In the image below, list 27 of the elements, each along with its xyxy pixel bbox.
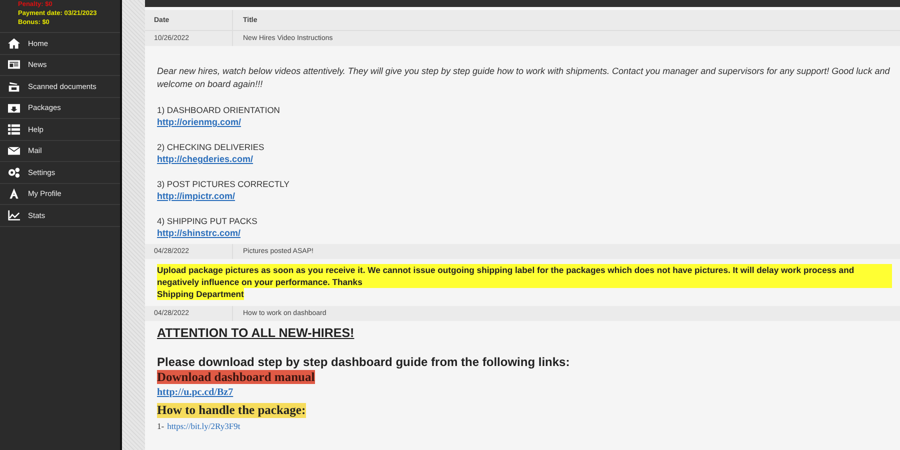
video-link[interactable]: http://orienmg.com/ <box>157 116 241 128</box>
attention-heading: ATTENTION TO ALL NEW-HIRES! <box>157 326 354 341</box>
home-icon <box>8 38 20 49</box>
package-banner: How to handle the package: <box>157 403 306 418</box>
scanner-icon <box>8 80 20 92</box>
video-link[interactable]: http://chegderies.com/ <box>157 153 254 165</box>
section-heading: 1) DASHBOARD ORIENTATION <box>157 104 280 116</box>
video-link[interactable]: http://impictr.com/ <box>157 190 236 202</box>
highlighted-notice: Upload package pictures as soon as you receive it. We cannot issue outgoing shipping label for the packages which does not have pictures. It will delay work process and negatively influence on your performance. Thanks <box>157 264 892 288</box>
section-heading: 3) POST PICTURES CORRECTLY <box>157 178 290 190</box>
gears-icon <box>8 166 20 178</box>
list-number: 1- <box>157 421 164 432</box>
section-heading: 2) CHECKING DELIVERIES <box>157 141 264 153</box>
package-link[interactable]: https://bit.ly/2Ry3F9t <box>167 421 240 432</box>
envelope-icon <box>8 145 20 156</box>
package-icon <box>8 102 20 114</box>
manual-link[interactable]: http://u.pc.cd/Bz7 <box>157 386 234 400</box>
list-icon <box>8 124 20 135</box>
highlighted-notice: Shipping Department <box>157 288 244 300</box>
profile-icon <box>8 188 20 200</box>
post-paragraph: Dear new hires, watch below videos attentively. They will give you step by step guide how to work with shipments. Contact you manager and supervisors for any support! Good luck and welcome on board again!!! <box>157 65 891 90</box>
video-link[interactable]: http://shinstrc.com/ <box>157 227 241 239</box>
manual-banner: Download dashboard manual <box>157 370 315 384</box>
newspaper-icon <box>8 59 20 70</box>
section-heading: 4) SHIPPING PUT PACKS <box>157 215 258 227</box>
line-chart-icon <box>8 210 20 221</box>
instruction-text: Please download step by step dashboard guide from the following links: <box>157 355 570 370</box>
